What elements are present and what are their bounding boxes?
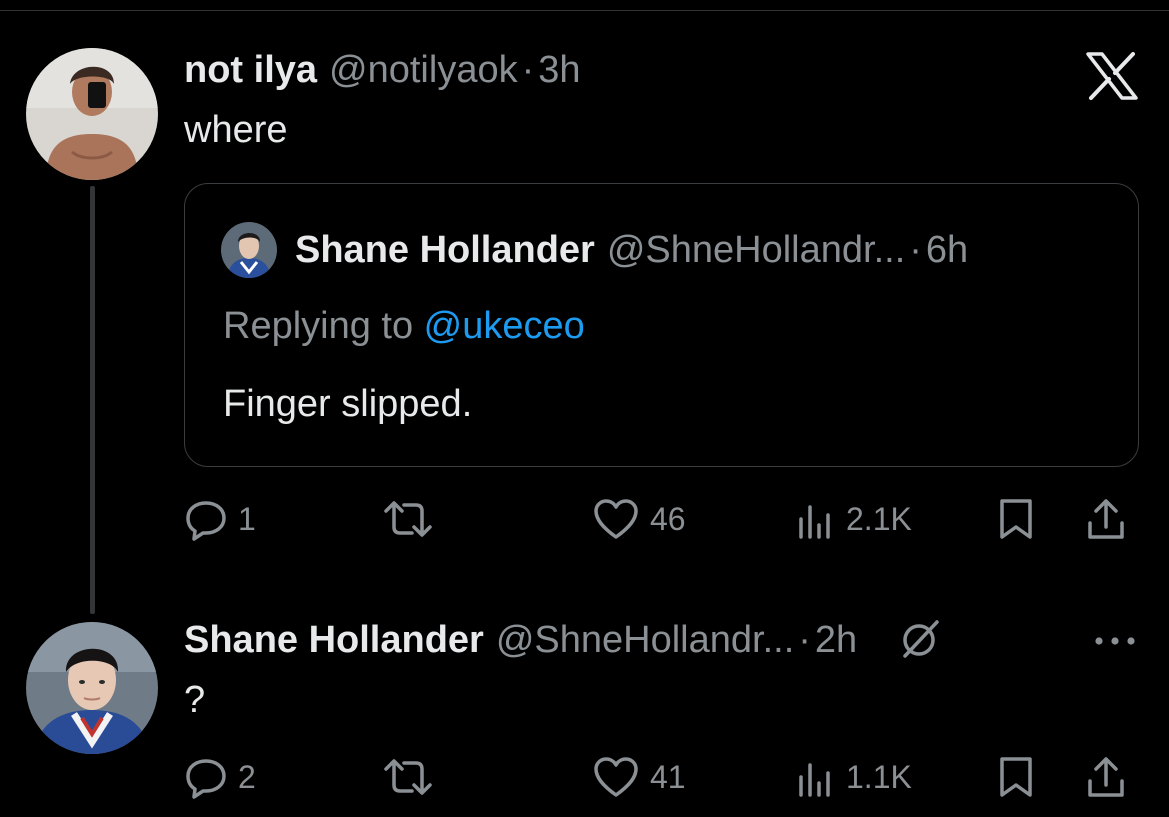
reply-button[interactable]: 2 <box>184 752 256 802</box>
retweet-icon <box>382 755 434 799</box>
quote-header: Shane Hollander @ShneHollandr... · 6h <box>295 228 968 272</box>
quote-avatar[interactable] <box>221 222 277 278</box>
retweet-icon <box>382 497 434 541</box>
views-button[interactable]: 1.1K <box>796 752 912 802</box>
views-button[interactable]: 2.1K <box>796 494 912 544</box>
avatar[interactable] <box>26 622 158 754</box>
share-button[interactable] <box>1084 494 1128 544</box>
like-count: 41 <box>650 758 686 795</box>
thread-connector-line <box>90 186 95 614</box>
reply-button[interactable]: 1 <box>184 494 256 544</box>
bookmark-icon <box>996 497 1036 541</box>
tweet-text: ? <box>184 679 206 721</box>
share-button[interactable] <box>1084 752 1128 802</box>
x-logo-icon <box>1086 52 1138 100</box>
like-button[interactable]: 46 <box>592 494 686 544</box>
display-name[interactable]: not ilya <box>184 48 317 92</box>
heart-icon <box>592 755 640 799</box>
replying-to-mention[interactable]: @ukeceo <box>424 305 585 347</box>
tweet-action-bar: 1 46 2.1K <box>184 494 1139 544</box>
quote-text: Finger slipped. <box>223 383 473 425</box>
separator-dot: · <box>909 229 922 271</box>
views-icon <box>796 755 836 799</box>
tweet-text: where <box>184 109 288 151</box>
replying-to-line: Replying to @ukeceo <box>223 304 585 348</box>
reply-icon <box>184 755 228 799</box>
separator-dot: · <box>521 49 535 91</box>
tweet-header: not ilya @notilyaok · 3h <box>184 48 581 92</box>
user-handle[interactable]: @notilyaok <box>329 48 518 92</box>
user-handle[interactable]: @ShneHollandr... <box>496 618 794 662</box>
retweet-button[interactable] <box>382 752 434 802</box>
reply-icon <box>184 497 228 541</box>
separator-dot: · <box>798 619 811 661</box>
reply-count: 1 <box>238 500 256 537</box>
like-count: 46 <box>650 500 686 537</box>
timestamp[interactable]: 2h <box>815 618 857 662</box>
tweet-thread-page: not ilya @notilyaok · 3h where Shane Hol… <box>0 0 1169 817</box>
display-name[interactable]: Shane Hollander <box>184 618 484 662</box>
quote-timestamp[interactable]: 6h <box>926 228 968 272</box>
share-icon <box>1084 497 1128 541</box>
views-icon <box>796 497 836 541</box>
replying-to-prefix: Replying to <box>223 305 424 347</box>
tweet-header: Shane Hollander @ShneHollandr... · 2h <box>184 618 941 670</box>
reply-count: 2 <box>238 758 256 795</box>
bookmark-button[interactable] <box>996 752 1036 802</box>
bookmark-icon <box>996 755 1036 799</box>
quoted-tweet-card[interactable]: Shane Hollander @ShneHollandr... · 6h Re… <box>184 183 1139 467</box>
more-icon[interactable] <box>1092 634 1138 648</box>
quote-user-handle[interactable]: @ShneHollandr... <box>607 228 905 272</box>
quote-display-name[interactable]: Shane Hollander <box>295 228 595 272</box>
views-count: 1.1K <box>846 758 912 795</box>
share-icon <box>1084 755 1128 799</box>
views-count: 2.1K <box>846 500 912 537</box>
tweet-action-bar: 2 41 1.1K <box>184 752 1139 802</box>
grok-icon[interactable] <box>899 618 941 670</box>
retweet-button[interactable] <box>382 494 434 544</box>
heart-icon <box>592 497 640 541</box>
avatar[interactable] <box>26 48 158 180</box>
like-button[interactable]: 41 <box>592 752 686 802</box>
top-divider <box>0 10 1169 11</box>
timestamp[interactable]: 3h <box>538 48 580 92</box>
bookmark-button[interactable] <box>996 494 1036 544</box>
